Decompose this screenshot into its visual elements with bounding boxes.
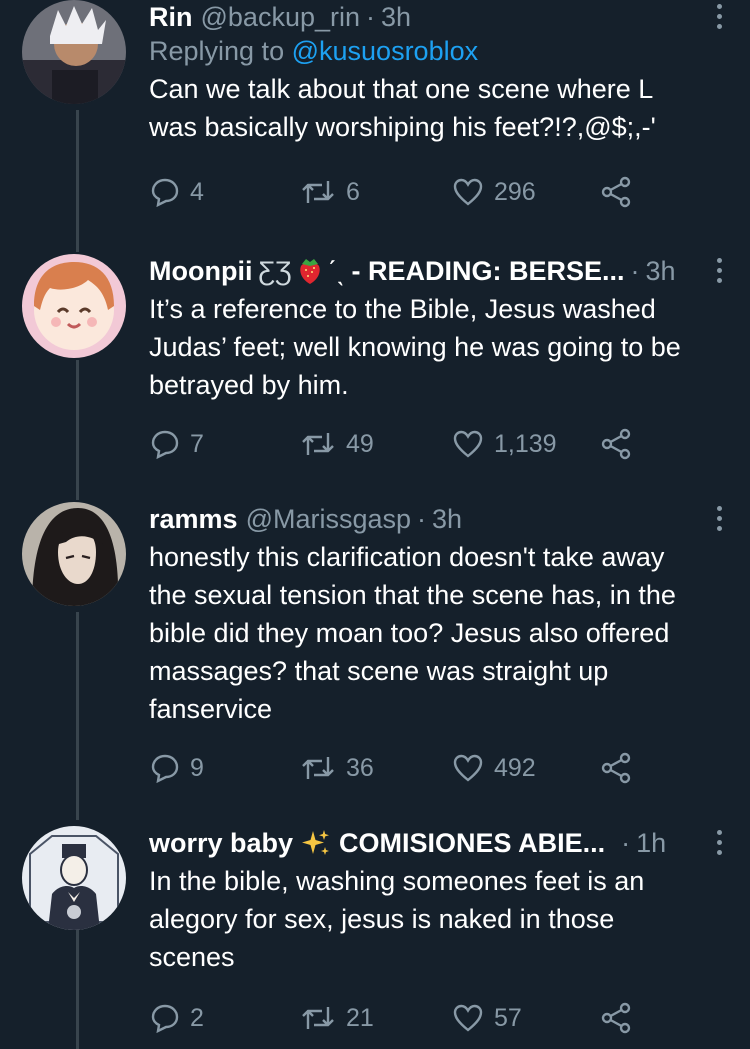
mention-link[interactable]: @kusuosroblox: [292, 36, 479, 66]
retweet-icon: [302, 181, 334, 203]
like-button[interactable]: 492: [452, 750, 536, 786]
display-name[interactable]: ramms: [149, 502, 238, 536]
avatar[interactable]: [22, 254, 126, 358]
like-button[interactable]: 296: [452, 174, 536, 210]
share-button[interactable]: [600, 750, 632, 786]
reply-icon: [151, 178, 179, 207]
reply-icon: [151, 430, 179, 459]
like-count: 492: [494, 753, 536, 782]
handle[interactable]: @backup_rin: [201, 0, 361, 34]
separator-dot: ·: [417, 504, 427, 534]
tweet[interactable]: Moonpii ƸƷ ˊˎ - READING: BERSE... · 3h I…: [0, 254, 750, 498]
retweet-icon: [302, 433, 334, 455]
retweet-button[interactable]: 6: [300, 174, 360, 210]
reply-icon: [151, 1004, 179, 1033]
action-bar: 2 21 57: [0, 1000, 631, 1036]
tweet[interactable]: Rin @backup_rin · 3h Replying to @kusuos…: [0, 0, 750, 250]
reply-button[interactable]: 2: [150, 1000, 204, 1036]
timestamp[interactable]: 1h: [636, 826, 666, 860]
retweet-count: 21: [346, 1003, 374, 1032]
replying-label: Replying to: [149, 36, 285, 66]
share-button[interactable]: [600, 174, 632, 210]
tweet[interactable]: worry baby COMISIONES ABIE... · 1h In th…: [0, 826, 750, 1049]
like-button[interactable]: 57: [452, 1000, 522, 1036]
timestamp[interactable]: 3h: [432, 502, 462, 536]
share-button[interactable]: [600, 426, 632, 462]
like-count: 1,139: [494, 429, 557, 458]
share-icon: [601, 176, 631, 208]
sparkle-marks-icon: ˊˎ: [327, 256, 346, 286]
heart-icon: [453, 1004, 483, 1032]
more-vertical-icon[interactable]: [716, 830, 724, 856]
replying-to: Replying to @kusuosroblox: [149, 34, 710, 68]
reply-button[interactable]: 4: [150, 174, 204, 210]
more-vertical-icon[interactable]: [716, 506, 724, 532]
display-name[interactable]: worry baby: [149, 826, 293, 860]
avatar[interactable]: [22, 0, 126, 104]
retweet-button[interactable]: 49: [300, 426, 374, 462]
action-bar: 7 49 1,139: [0, 426, 631, 462]
display-name-suffix[interactable]: COMISIONES ABIE...: [339, 826, 605, 860]
retweet-count: 6: [346, 177, 360, 206]
more-vertical-icon[interactable]: [716, 258, 724, 284]
like-count: 57: [494, 1003, 522, 1032]
heart-icon: [453, 430, 483, 458]
tweet[interactable]: ramms @Marissgasp · 3h honestly this cla…: [0, 502, 750, 816]
avatar[interactable]: [22, 826, 126, 930]
reply-count: 9: [190, 753, 204, 782]
retweet-button[interactable]: 36: [300, 750, 374, 786]
retweet-icon: [302, 1007, 334, 1029]
separator-dot: ·: [621, 828, 631, 858]
share-icon: [601, 428, 631, 460]
timestamp[interactable]: 3h: [645, 254, 675, 288]
reply-count: 4: [190, 177, 204, 206]
reply-count: 7: [190, 429, 204, 458]
timestamp[interactable]: 3h: [381, 0, 411, 34]
reply-icon: [151, 754, 179, 783]
action-bar: 9 36 492: [0, 750, 631, 786]
retweet-icon: [302, 757, 334, 779]
retweet-button[interactable]: 21: [300, 1000, 374, 1036]
handle[interactable]: @Marissgasp: [246, 502, 411, 536]
like-button[interactable]: 1,139: [452, 426, 557, 462]
display-name[interactable]: Rin: [149, 0, 193, 34]
tweet-text: In the bible, washing someones feet is a…: [149, 866, 645, 972]
strawberry-emoji-icon: [300, 259, 321, 284]
more-vertical-icon[interactable]: [716, 4, 724, 30]
retweet-count: 36: [346, 753, 374, 782]
avatar[interactable]: [22, 502, 126, 606]
heart-icon: [453, 178, 483, 206]
share-button[interactable]: [600, 1000, 632, 1036]
like-count: 296: [494, 177, 536, 206]
sparkles-emoji-icon: [302, 830, 330, 855]
tweet-text: It’s a reference to the Bible, Jesus was…: [149, 294, 681, 400]
heart-icon: [453, 754, 483, 782]
display-name-suffix[interactable]: - READING: BERSE...: [351, 254, 624, 288]
reply-count: 2: [190, 1003, 204, 1032]
share-icon: [601, 752, 631, 784]
display-name[interactable]: Moonpii: [149, 254, 252, 288]
separator-dot: ·: [366, 2, 375, 32]
butterfly-emoji-icon: ƸƷ: [258, 256, 292, 286]
tweet-text: Can we talk about that one scene where L…: [149, 74, 656, 142]
reply-button[interactable]: 7: [150, 426, 204, 462]
separator-dot: ·: [630, 256, 640, 286]
action-bar: 4 6 296: [0, 174, 631, 210]
reply-button[interactable]: 9: [150, 750, 204, 786]
share-icon: [601, 1002, 631, 1034]
retweet-count: 49: [346, 429, 374, 458]
tweet-text: honestly this clarification doesn't take…: [149, 542, 676, 724]
